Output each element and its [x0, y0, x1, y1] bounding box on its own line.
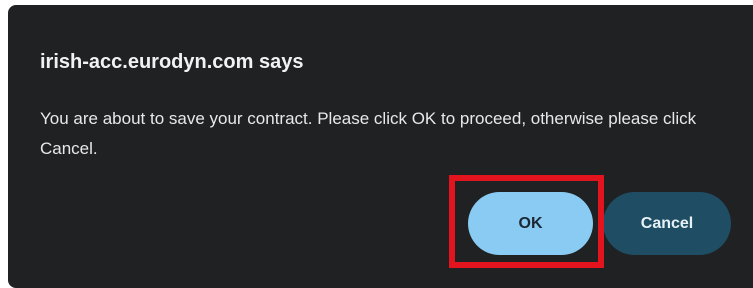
- cancel-button[interactable]: Cancel: [603, 192, 731, 255]
- dialog-message: You are about to save your contract. Ple…: [40, 109, 697, 158]
- dialog-title: irish-acc.eurodyn.com says: [40, 51, 304, 73]
- ok-button[interactable]: OK: [468, 192, 593, 255]
